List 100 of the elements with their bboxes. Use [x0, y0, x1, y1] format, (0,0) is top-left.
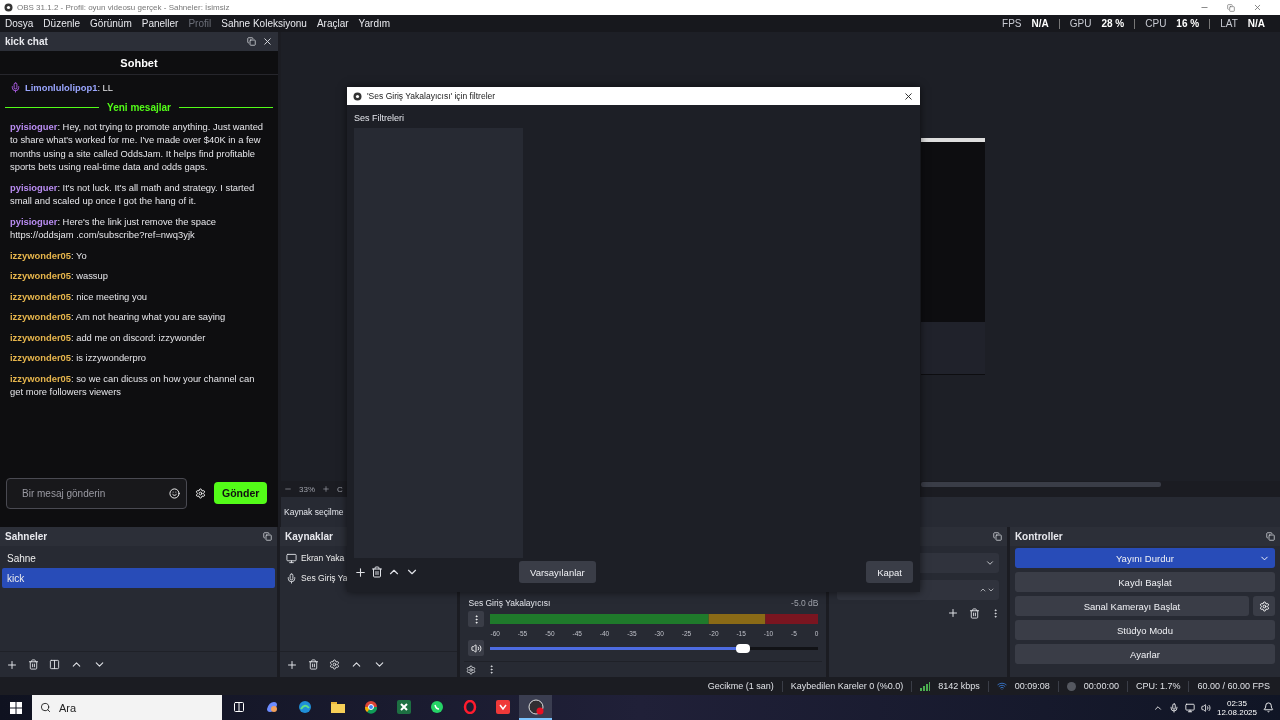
notification-icon	[1263, 702, 1274, 713]
zoom-option[interactable]: C	[337, 484, 343, 494]
menu-item[interactable]: Paneller	[141, 18, 179, 29]
stat-label: LAT	[1220, 18, 1238, 29]
source-item[interactable]: Ses Giriş Ya	[282, 568, 456, 588]
control-button[interactable]: Ayarlar	[1014, 644, 1275, 664]
assistant-icon	[264, 699, 279, 714]
settings-button[interactable]	[1253, 596, 1275, 616]
task-view-icon	[232, 700, 245, 713]
status-text: 60.00 / 60.00 FPS	[1197, 681, 1270, 691]
chat-message: izzywonder05: Yo	[10, 248, 88, 262]
defaults-button[interactable]: Varsayılanlar	[519, 561, 596, 583]
folder-icon	[330, 700, 345, 713]
close-icon	[903, 90, 914, 102]
chat-header: Sohbet	[120, 56, 158, 69]
delete-icon	[371, 566, 383, 578]
network-icon	[1184, 702, 1195, 713]
search-box[interactable]: Ara	[32, 695, 222, 720]
close-icon	[262, 36, 273, 47]
source-status: Kaynak seçilme	[284, 507, 344, 517]
menu-item[interactable]: Yardım	[358, 18, 391, 29]
scene-item[interactable]: Sahne	[2, 548, 276, 568]
microphone-icon	[1168, 702, 1179, 713]
menu-item[interactable]: Araçlar	[316, 18, 349, 29]
source-label: Ses Giriş Ya	[301, 573, 348, 583]
control-button[interactable]: Kaydı Başlat	[1014, 572, 1275, 592]
chat-message: izzywonder05: so we can dicuss on how your channel can get more followers viewers	[10, 371, 256, 399]
close-button[interactable]: Kapat	[866, 561, 913, 583]
clock-time: 02:35	[1226, 698, 1247, 708]
stat-label: CPU	[1145, 18, 1167, 29]
emoji-icon	[169, 487, 180, 499]
taskbar-app[interactable]	[519, 695, 552, 720]
speaker-icon[interactable]	[468, 640, 485, 656]
status-text: Gecikme (1 san)	[707, 681, 774, 691]
search-icon	[40, 702, 51, 713]
add-icon	[6, 658, 18, 671]
ring-icon	[462, 699, 477, 714]
browser-icon	[297, 699, 312, 714]
new-messages-divider: Yeni mesajlar	[107, 101, 171, 113]
control-button[interactable]: Sanal Kamerayı Başlat	[1014, 596, 1249, 616]
delete-icon	[968, 607, 980, 619]
menu-item[interactable]: Görünüm	[90, 18, 132, 29]
add-icon	[286, 658, 299, 671]
stat-value: 16 %	[1176, 18, 1200, 29]
chat-message: izzywonder05: nice meeting you	[10, 289, 149, 303]
chat-message: Limonlulolipop1: LL	[25, 81, 114, 95]
chat-message: izzywonder05: Am not hearing what you are saying	[10, 310, 227, 324]
broadcast-icon	[996, 681, 1007, 691]
chat-bubble-icon	[429, 699, 444, 714]
status-text: 8142 kbps	[938, 681, 980, 691]
signal-bars-icon	[920, 681, 931, 691]
delete-icon	[28, 659, 39, 670]
dock-title: Kaynaklar	[285, 531, 333, 542]
dialog-title: 'Ses Giriş Yakalayıcısı' için filtreler	[367, 91, 496, 101]
microphone-icon	[286, 572, 298, 584]
dock-title: Sahneler	[5, 531, 48, 542]
taskbar-search[interactable]: Ara	[57, 700, 177, 715]
chat-message: izzywonder05: is izzywonderpro	[10, 351, 147, 365]
chat-message: pyisioguer: Hey, not trying to promote anything. Just wanted to share what's worked for me. I've made over $40K in a few months using a site called OddsJam. It helps find profitable sports bets using real-time data and odds gaps.	[10, 119, 265, 174]
maximize-icon	[1227, 3, 1235, 12]
control-button[interactable]: Stüdyo Modu	[1014, 620, 1275, 640]
delete-icon	[308, 659, 320, 670]
windows-logo-icon	[10, 701, 22, 714]
menu-item[interactable]: Sahne Koleksiyonu	[221, 18, 307, 29]
gear-icon	[1258, 600, 1270, 612]
float-icon	[992, 532, 1002, 541]
status-text: Kaybedilen Kareler 0 (%0.0)	[790, 681, 904, 691]
message-input[interactable]: Bir mesaj gönderin	[20, 486, 169, 500]
filter-icon	[49, 659, 60, 670]
menu-item[interactable]: Dosya	[5, 18, 34, 29]
app-tile-icon	[495, 699, 510, 714]
zoom-out-icon	[284, 485, 292, 493]
menu-item[interactable]: Düzenle	[43, 18, 81, 29]
speaker-icon	[1200, 702, 1211, 713]
control-button[interactable]: Yayını Durdur	[1014, 548, 1275, 568]
section-label: Ses Filtreleri	[354, 113, 405, 123]
chat-message: pyisioguer: Here's the link just remove the space https://oddsjam .com/subscribe?ref=nwq3yjk	[10, 214, 218, 242]
microphone-icon	[10, 82, 21, 94]
send-button[interactable]: Gönder	[214, 482, 268, 504]
browser-icon	[363, 699, 378, 714]
float-icon	[263, 532, 273, 541]
float-icon	[247, 37, 256, 46]
message-field[interactable]: Bir mesaj gönderin	[6, 477, 187, 509]
menu-dots-icon[interactable]	[468, 611, 485, 627]
volume-slider[interactable]	[490, 646, 819, 650]
float-icon	[1266, 532, 1275, 541]
chat-message: pyisioguer: It's not luck. It's all math and strategy. I started small and scaled up once I got the hang of it.	[10, 180, 256, 208]
app-logo-icon	[4, 3, 13, 12]
add-icon	[354, 565, 367, 579]
slider-thumb[interactable]	[736, 643, 751, 653]
window-title: OBS 31.1.2 - Profil: oyun videosu gerçek - Sahneler: İsimsiz	[17, 3, 230, 12]
clock-date: 12.08.2025	[1216, 707, 1257, 717]
status-text: CPU: 1.7%	[1135, 681, 1181, 691]
volume-reading: -5.0 dB	[791, 598, 819, 608]
source-label: Ekran Yaka	[301, 553, 345, 563]
chat-message: izzywonder05: add me on discord: izzywonder	[10, 330, 207, 344]
source-item[interactable]: Ekran Yaka	[282, 548, 456, 568]
scene-item[interactable]: kick	[2, 568, 276, 588]
channel-name: Ses Giriş Yakalayıcısı	[468, 598, 551, 608]
settings-icon	[466, 664, 477, 675]
